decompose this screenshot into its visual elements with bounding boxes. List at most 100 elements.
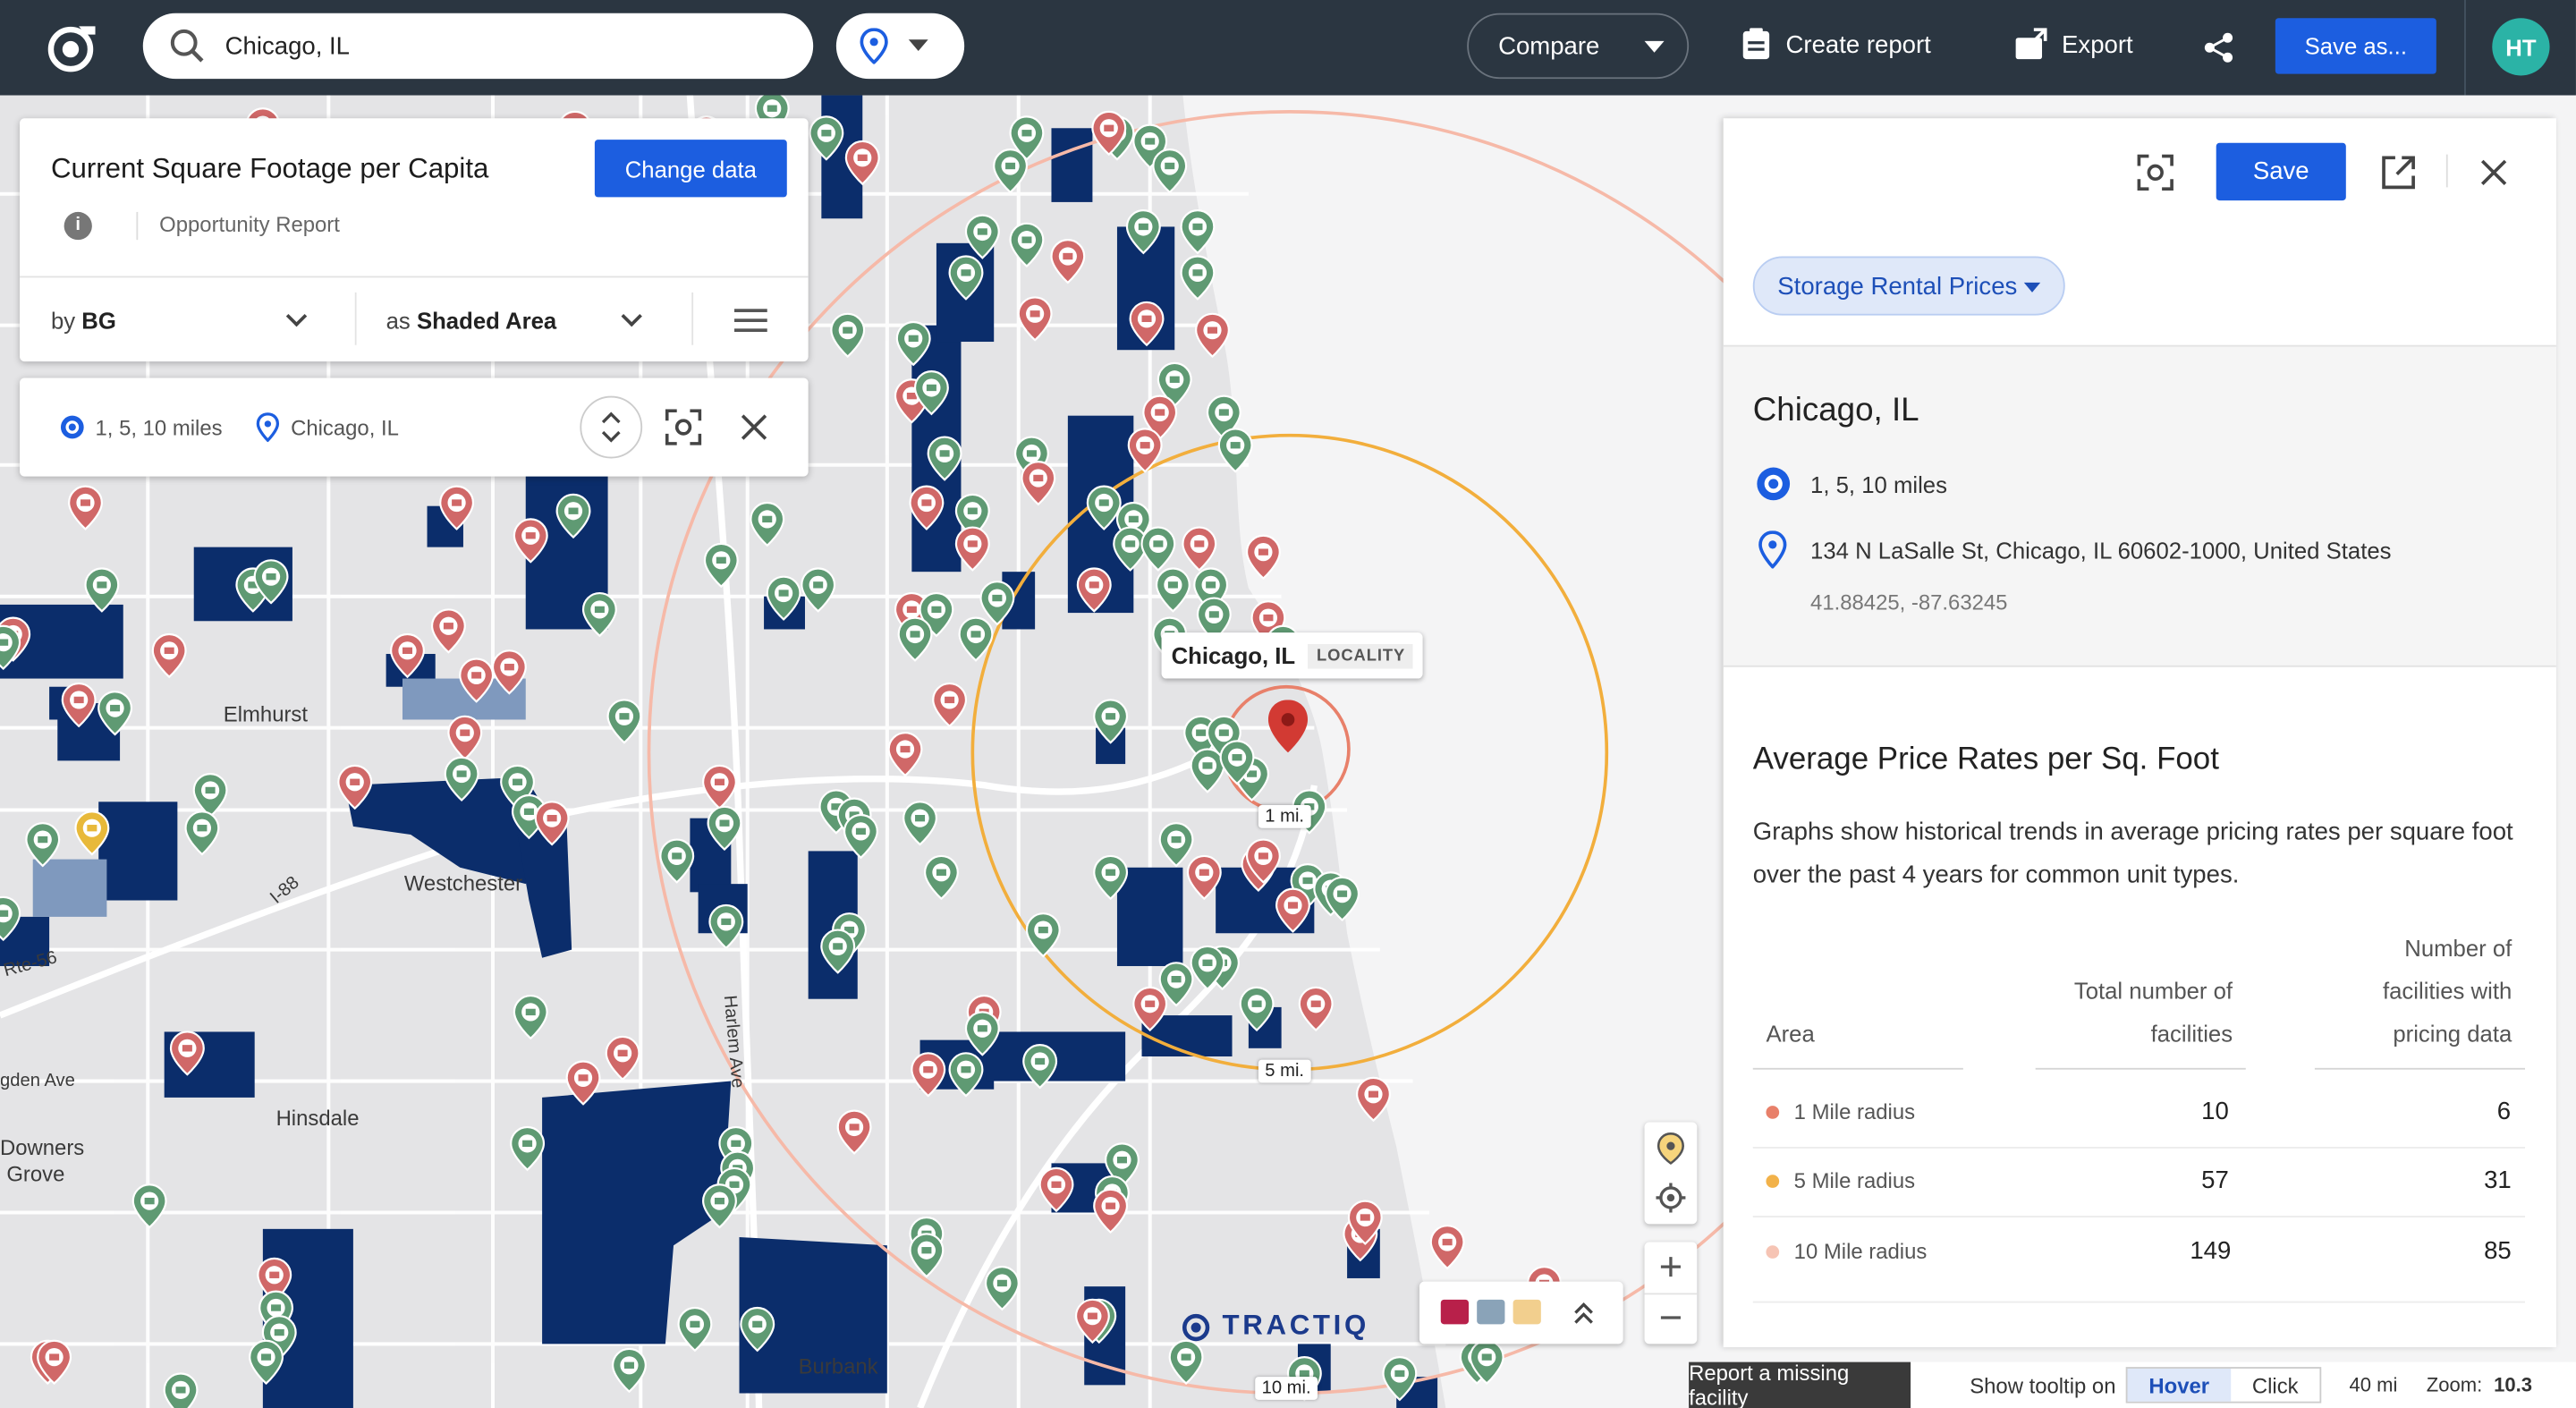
close-icon[interactable] — [741, 414, 767, 440]
facility-pin-icon[interactable] — [740, 1306, 775, 1353]
facility-pin-icon[interactable] — [555, 493, 591, 539]
facility-pin-icon[interactable] — [836, 1109, 872, 1155]
facility-pin-icon[interactable] — [1180, 208, 1216, 255]
facility-pin-icon[interactable] — [958, 616, 994, 662]
facility-pin-icon[interactable] — [510, 1125, 546, 1172]
facility-pin-icon[interactable] — [984, 1265, 1020, 1311]
legend[interactable] — [1419, 1281, 1623, 1344]
facility-pin-icon[interactable] — [84, 567, 120, 613]
facility-pin-icon[interactable] — [993, 148, 1029, 194]
collapse-icon[interactable] — [1572, 1300, 1596, 1326]
location-type-dropdown[interactable] — [835, 13, 965, 80]
facility-pin-icon[interactable] — [954, 526, 990, 572]
close-icon[interactable] — [2480, 159, 2507, 186]
facility-pin-icon[interactable] — [1132, 986, 1168, 1032]
facility-pin-icon[interactable] — [581, 591, 617, 638]
zoom-out-icon[interactable] — [1657, 1304, 1683, 1330]
click-option[interactable]: Click — [2231, 1369, 2319, 1402]
screenshot-icon[interactable] — [2137, 154, 2174, 191]
facility-pin-icon[interactable] — [820, 929, 856, 974]
facility-pin-icon[interactable] — [801, 567, 836, 613]
open-external-icon[interactable] — [2380, 155, 2416, 191]
facility-pin-icon[interactable] — [703, 542, 739, 589]
facility-pin-icon[interactable] — [1190, 748, 1225, 793]
zoom-in-icon[interactable] — [1657, 1253, 1683, 1279]
facility-pin-icon[interactable] — [897, 616, 933, 662]
facility-pin-icon[interactable] — [1140, 526, 1176, 572]
logo-icon[interactable] — [43, 21, 98, 74]
facility-pin-icon[interactable] — [447, 715, 483, 761]
facility-pin-icon[interactable] — [68, 485, 103, 530]
facility-pin-icon[interactable] — [830, 312, 866, 359]
facility-pin-icon[interactable] — [1356, 1076, 1391, 1123]
facility-pin-icon[interactable] — [707, 805, 742, 852]
facility-pin-icon[interactable] — [1155, 567, 1191, 613]
facility-pin-icon[interactable] — [964, 1011, 1000, 1056]
expand-collapse-button[interactable] — [580, 395, 643, 459]
facility-pin-icon[interactable] — [948, 1052, 984, 1098]
facility-pin-icon[interactable] — [1025, 912, 1061, 958]
avatar[interactable]: HT — [2492, 18, 2550, 76]
info-icon[interactable]: i — [64, 211, 92, 241]
facility-pin-icon[interactable] — [444, 756, 479, 802]
facility-pin-icon[interactable] — [430, 608, 466, 654]
facility-pin-icon[interactable] — [513, 994, 548, 1040]
facility-pin-icon[interactable] — [895, 320, 931, 367]
facility-pin-icon[interactable] — [702, 1183, 737, 1229]
facility-pin-icon[interactable] — [702, 764, 737, 810]
share-icon[interactable] — [2203, 31, 2236, 64]
facility-pin-icon[interactable] — [565, 1060, 601, 1106]
facility-pin-icon[interactable] — [337, 764, 373, 810]
facility-pin-icon[interactable] — [844, 140, 880, 186]
chevron-down-icon[interactable] — [285, 305, 308, 327]
facility-pin-icon[interactable] — [1093, 699, 1129, 744]
facility-pin-icon[interactable] — [1298, 986, 1334, 1032]
search-input[interactable]: Chicago, IL — [142, 13, 814, 80]
facility-pin-icon[interactable] — [677, 1306, 713, 1353]
facility-pin-icon[interactable] — [927, 436, 962, 481]
facility-pin-icon[interactable] — [1217, 428, 1253, 473]
facility-pin-icon[interactable] — [534, 801, 570, 846]
save-as-button[interactable]: Save as... — [2275, 18, 2436, 74]
facility-pin-icon[interactable] — [0, 624, 21, 671]
facility-pin-icon[interactable] — [964, 214, 1000, 259]
create-report-button[interactable]: Create report — [1741, 28, 1931, 61]
facility-pin-icon[interactable] — [1182, 526, 1217, 572]
report-missing-facility-button[interactable]: Report a missing facility — [1689, 1361, 1911, 1408]
facility-pin-icon[interactable] — [390, 632, 425, 679]
facility-pin-icon[interactable] — [192, 772, 228, 819]
facility-pin-icon[interactable] — [1382, 1356, 1418, 1402]
facility-pin-icon[interactable] — [1158, 822, 1194, 868]
facility-pin-icon[interactable] — [611, 1347, 647, 1394]
facility-pin-icon[interactable] — [439, 485, 475, 530]
facility-pin-icon[interactable] — [151, 632, 187, 679]
facility-pin-icon[interactable] — [1168, 1339, 1204, 1385]
facility-pin-icon[interactable] — [74, 810, 110, 856]
facility-pin-icon[interactable] — [97, 691, 133, 736]
facility-pin-icon[interactable] — [659, 838, 695, 884]
as-dropdown[interactable]: as Shaded Area — [386, 307, 557, 333]
facility-pin-icon[interactable] — [1038, 1166, 1074, 1213]
facility-pin-icon[interactable] — [1186, 854, 1222, 901]
facility-pin-icon[interactable] — [605, 1035, 640, 1081]
facility-pin-icon[interactable] — [1429, 1225, 1465, 1270]
dataset-dropdown[interactable]: Storage Rental Prices — [1752, 256, 2065, 316]
facility-pin-icon[interactable] — [1239, 986, 1275, 1032]
facility-pin-icon[interactable] — [750, 501, 785, 547]
facility-pin-icon[interactable] — [902, 801, 938, 846]
facility-pin-icon[interactable] — [909, 485, 945, 530]
facility-pin-icon[interactable] — [131, 1183, 167, 1229]
facility-pin-icon[interactable] — [1127, 428, 1163, 473]
hover-option[interactable]: Hover — [2127, 1368, 2231, 1402]
facility-pin-icon[interactable] — [809, 115, 844, 161]
facility-pin-icon[interactable] — [887, 732, 923, 777]
facility-pin-icon[interactable] — [61, 682, 97, 728]
compare-dropdown[interactable]: Compare — [1467, 13, 1690, 80]
facility-pin-icon[interactable] — [1195, 312, 1230, 359]
facility-pin-icon[interactable] — [1086, 485, 1122, 530]
facility-pin-icon[interactable] — [1050, 239, 1086, 284]
facility-pin-icon[interactable] — [1152, 148, 1188, 194]
facility-pin-icon[interactable] — [1180, 255, 1216, 301]
facility-pin-icon[interactable] — [1245, 534, 1281, 581]
center-location-pin-icon[interactable] — [1267, 700, 1309, 753]
